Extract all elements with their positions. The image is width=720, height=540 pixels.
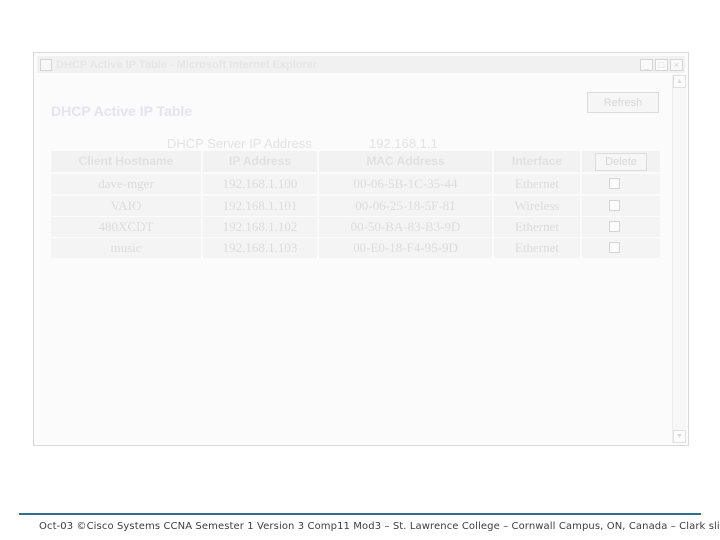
browser-window: DHCP Active IP Table - Microsoft Interne… bbox=[33, 52, 689, 446]
delete-checkbox[interactable] bbox=[609, 242, 620, 253]
close-button[interactable]: × bbox=[670, 58, 683, 71]
maximize-button[interactable]: □ bbox=[655, 58, 668, 71]
cell-delete bbox=[582, 238, 660, 258]
page-title: DHCP Active IP Table bbox=[51, 103, 193, 119]
scroll-up-arrow-icon[interactable]: ▲ bbox=[673, 75, 686, 88]
cell-ip: 192.168.1.101 bbox=[203, 196, 317, 216]
delete-button[interactable]: Delete bbox=[595, 153, 647, 171]
minimize-button[interactable]: _ bbox=[640, 58, 653, 71]
footer-text: Oct-03 ©Cisco Systems CCNA Semester 1 Ve… bbox=[39, 521, 720, 532]
cell-interface: Ethernet bbox=[494, 174, 580, 194]
cell-mac: 00-E0-18-F4-95-9D bbox=[319, 238, 492, 258]
cell-mac: 00-06-5B-1C-35-44 bbox=[319, 174, 492, 194]
title-bar[interactable]: DHCP Active IP Table - Microsoft Interne… bbox=[37, 56, 685, 73]
server-ip-label: DHCP Server IP Address bbox=[167, 136, 312, 151]
header-client-hostname: Client Hostname bbox=[51, 151, 201, 172]
cell-mac: 00-06-25-18-5F-81 bbox=[319, 196, 492, 216]
ie-page-icon bbox=[40, 58, 52, 71]
cell-interface: Wireless bbox=[494, 196, 580, 216]
vertical-scrollbar[interactable]: ▲ ▼ bbox=[672, 75, 686, 443]
cell-ip: 192.168.1.103 bbox=[203, 238, 317, 258]
cell-delete bbox=[582, 217, 660, 237]
server-ip-value: 192.168.1.1 bbox=[369, 136, 438, 151]
header-interface: Interface bbox=[494, 151, 580, 172]
cell-hostname: 480XCDT bbox=[51, 217, 201, 237]
cell-delete bbox=[582, 196, 660, 216]
footer-divider bbox=[19, 513, 701, 515]
delete-checkbox[interactable] bbox=[609, 178, 620, 189]
cell-ip: 192.168.1.100 bbox=[203, 174, 317, 194]
scroll-down-arrow-icon[interactable]: ▼ bbox=[673, 430, 686, 443]
header-mac-address: MAC Address bbox=[319, 151, 492, 172]
cell-hostname: music bbox=[51, 238, 201, 258]
delete-checkbox[interactable] bbox=[609, 200, 620, 211]
cell-ip: 192.168.1.102 bbox=[203, 217, 317, 237]
cell-hostname: dave-mger bbox=[51, 174, 201, 194]
cell-interface: Ethernet bbox=[494, 217, 580, 237]
header-ip-address: IP Address bbox=[203, 151, 317, 172]
cell-mac: 00-50-BA-83-B3-9D bbox=[319, 217, 492, 237]
cell-hostname: VAIO bbox=[51, 196, 201, 216]
refresh-button[interactable]: Refresh bbox=[587, 92, 659, 113]
window-title: DHCP Active IP Table - Microsoft Interne… bbox=[56, 58, 318, 71]
cell-interface: Ethernet bbox=[494, 238, 580, 258]
delete-checkbox[interactable] bbox=[609, 221, 620, 232]
page-content: DHCP Active IP Table Refresh DHCP Server… bbox=[37, 75, 669, 443]
window-controls: _ □ × bbox=[640, 58, 683, 71]
cell-delete bbox=[582, 174, 660, 194]
